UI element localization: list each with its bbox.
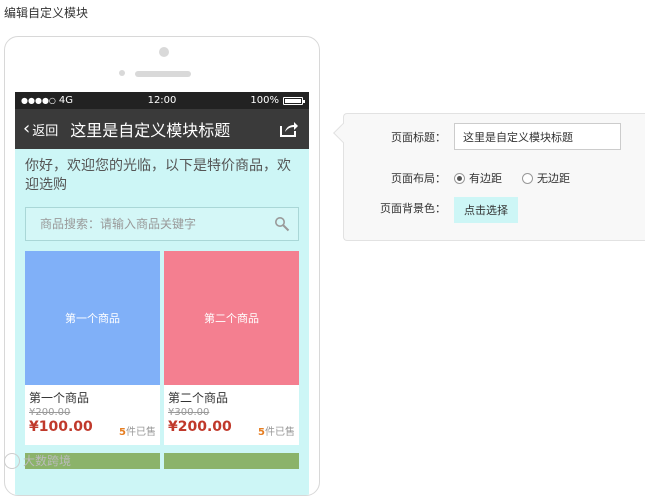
network-label: 4G [58,95,74,106]
watermark-text: 大数跨境 [23,454,72,468]
settings-panel: 页面标题： 页面布局： 有边距 无边距 页面背景色： 点击选择 [333,113,645,241]
bg-label: 页面背景色： [380,202,446,215]
nav-bar: ‹ 返回 这里是自定义模块标题 [15,109,309,149]
product-sold: 5件已售 [258,423,295,438]
product-card[interactable]: 第二个商品 第二个商品 ¥300.00 ¥200.00 5件已售 [164,251,299,445]
layout-no-margin-radio[interactable]: 无边距 [522,170,570,186]
product-sold: 5件已售 [119,423,156,438]
welcome-text: 你好，欢迎您的光临，以下是特价商品，欢迎选购 [25,158,291,193]
watermark: 大数跨境 [4,452,71,469]
search-input[interactable] [40,217,274,231]
product-name: 第一个商品 [29,391,90,405]
product-image: 第二个商品 [164,251,299,385]
row-page-title: 页面标题： [344,123,621,150]
layout-label: 页面布局： [391,172,446,185]
product-grid: 第一个商品 第一个商品 ¥200.00 ¥100.00 5件已售 第二个商品 第… [15,241,309,445]
page-heading: 编辑自定义模块 [4,6,89,20]
product-info: 第一个商品 ¥200.00 ¥100.00 5件已售 [25,385,160,445]
phone-camera-dot [119,70,125,76]
sold-suffix: 件已售 [265,427,295,438]
product-info: 第二个商品 ¥300.00 ¥200.00 5件已售 [164,385,299,445]
product-search [25,207,299,241]
phone-speaker-bar [135,71,191,77]
layout-option-label: 有边距 [469,172,502,185]
product-card-partial [164,453,299,469]
battery-percent: 100% [250,95,279,106]
layout-option-label: 无边距 [537,172,570,185]
layout-with-margin-radio[interactable]: 有边距 [454,170,502,186]
row-page-bg: 页面背景色： 点击选择 [344,197,518,223]
status-bar: ●●●●○ 4G 12:00 100% [15,92,309,109]
row-page-layout: 页面布局： 有边距 无边距 [344,170,590,186]
search-icon[interactable] [274,216,290,232]
title-label: 页面标题： [391,130,446,144]
product-name: 第二个商品 [168,391,229,405]
product-card[interactable]: 第一个商品 第一个商品 ¥200.00 ¥100.00 5件已售 [25,251,160,445]
product-original-price: ¥300.00 [168,407,210,418]
signal-icon: ●●●●○ [21,96,56,105]
sold-suffix: 件已售 [126,427,156,438]
radio-checked-icon [454,172,465,184]
phone-preview: ●●●●○ 4G 12:00 100% ‹ 返回 这里是自定义模块标题 你好，欢… [4,36,320,496]
phone-screen: ●●●●○ 4G 12:00 100% ‹ 返回 这里是自定义模块标题 你好，欢… [15,92,309,495]
back-label: 返回 [32,123,59,139]
product-image: 第一个商品 [25,251,160,385]
watermark-logo-icon [4,452,20,469]
radio-unchecked-icon [522,172,533,184]
chevron-left-icon: ‹ [23,118,31,139]
title-input[interactable] [454,123,621,150]
sold-count: 5 [119,427,126,438]
back-button[interactable]: ‹ 返回 [23,120,58,139]
share-icon[interactable] [279,120,299,138]
nav-title: 这里是自定义模块标题 [70,121,231,140]
battery-icon [283,96,305,105]
bg-color-button[interactable]: 点击选择 [454,197,518,223]
sold-count: 5 [258,427,265,438]
phone-speaker-dot [159,47,169,57]
product-original-price: ¥200.00 [29,407,71,418]
